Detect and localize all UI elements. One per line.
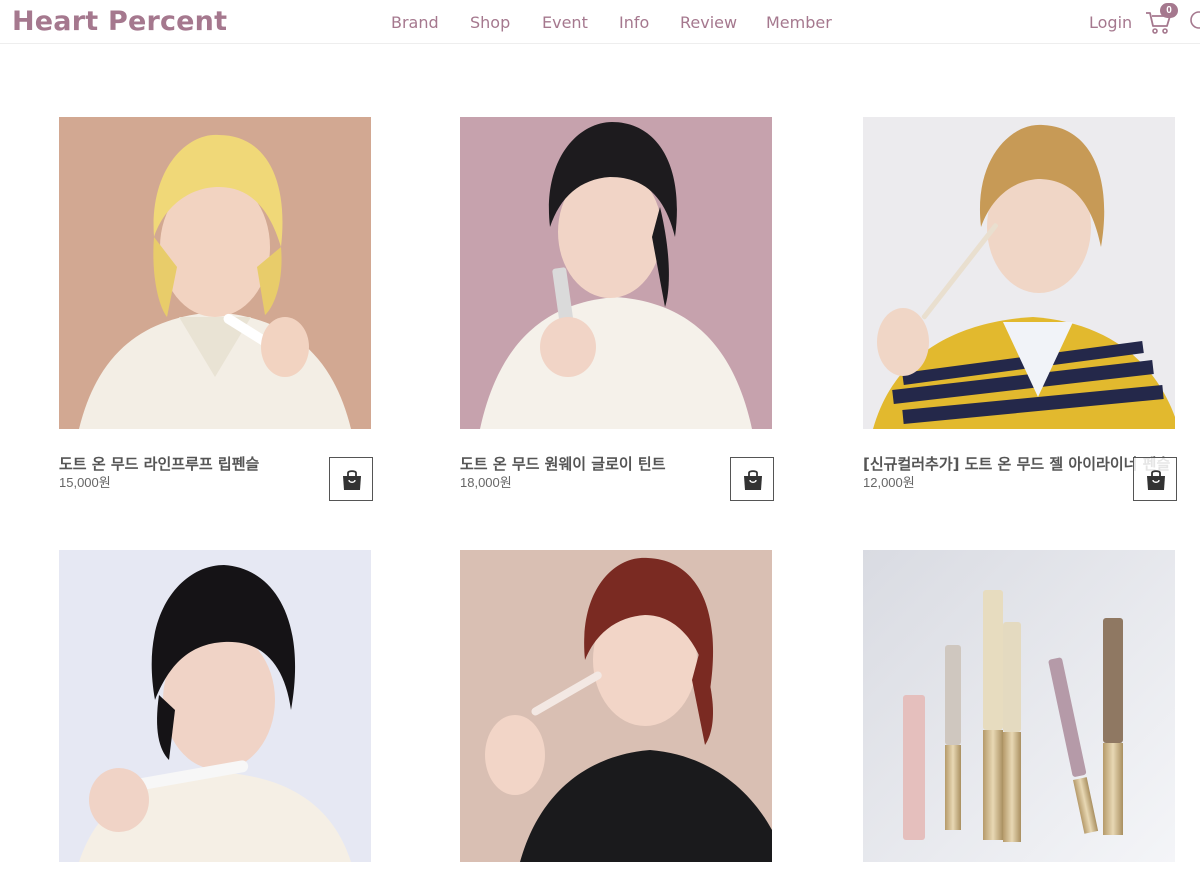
nav-item-event[interactable]: Event [542,13,588,32]
main-nav: Brand Shop Event Info Review Member [0,13,1200,33]
add-to-cart-button[interactable] [329,457,373,501]
login-link[interactable]: Login [1089,13,1132,32]
nav-item-review[interactable]: Review [680,13,737,32]
product-image[interactable] [59,117,371,429]
tab-lip[interactable]: LIP [101,44,122,59]
product-card[interactable]: 도트 온 무드 라인프루프 립펜슬 15,000원 [59,117,373,501]
add-to-cart-button[interactable] [1133,457,1177,501]
product-card[interactable]: [신규컬러추가] 도트 온 무드 젤 아이라이너 펜슬 12,000원 [863,117,1177,501]
product-image[interactable] [863,117,1175,429]
shopping-bag-icon [343,470,361,490]
nav-item-brand[interactable]: Brand [391,13,439,32]
nav-item-shop[interactable]: Shop [470,13,510,32]
tab-set[interactable]: SET [53,44,80,59]
product-card[interactable]: 도트 온 무드 원웨이 글로이 틴트 18,000원 [460,117,774,501]
product-image[interactable] [59,550,371,862]
product-price: 12,000원 [863,475,915,490]
site-header: Heart Percent Brand Shop Event Info Revi… [0,0,1200,44]
tab-face[interactable]: FACE [193,44,229,59]
product-image[interactable] [460,117,772,429]
product-price: 18,000원 [460,475,512,490]
nav-item-info[interactable]: Info [619,13,649,32]
product-name[interactable]: [신규컬러추가] 도트 온 무드 젤 아이라이너 펜슬 [863,453,1170,474]
nav-item-member[interactable]: Member [766,13,832,32]
product-name[interactable]: 도트 온 무드 라인프루프 립펜슬 [59,453,259,474]
add-to-cart-button[interactable] [730,457,774,501]
product-card[interactable] [863,550,1175,862]
product-image[interactable] [863,550,1175,862]
tab-all[interactable]: All [12,44,28,59]
cart-count-badge: 0 [1160,3,1178,18]
product-name[interactable]: 도트 온 무드 원웨이 글로이 틴트 [460,453,666,474]
shopping-bag-icon [1147,470,1165,490]
product-card[interactable] [59,550,371,862]
tab-eye[interactable]: EYE [145,44,173,59]
shopping-bag-icon [744,470,762,490]
search-icon[interactable] [1189,10,1200,32]
product-price: 15,000원 [59,475,111,490]
tab-tool[interactable]: TOOL [252,44,289,59]
product-image[interactable] [460,550,772,862]
product-card[interactable] [460,550,772,862]
